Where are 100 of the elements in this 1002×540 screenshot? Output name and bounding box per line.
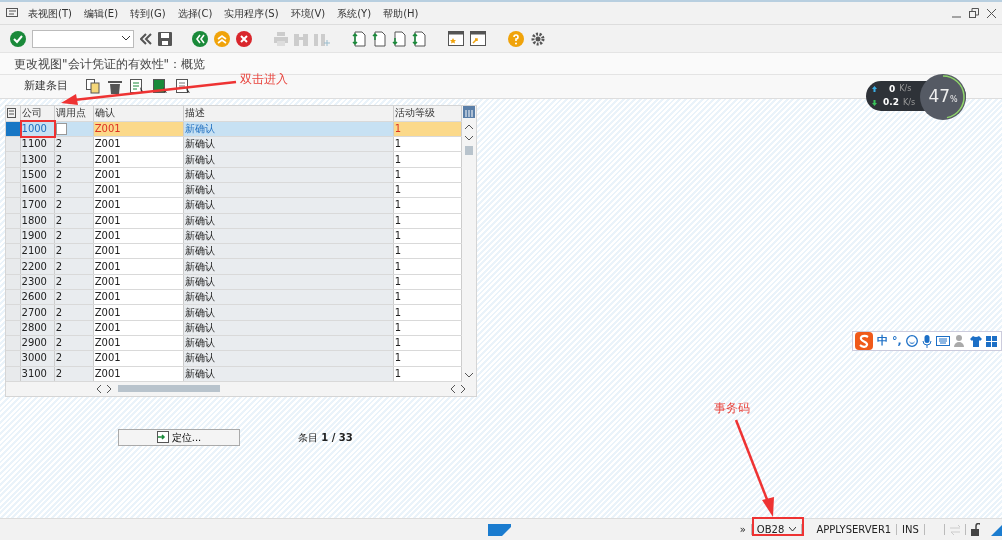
settings-icon[interactable] bbox=[530, 30, 546, 47]
resize-grip-icon[interactable] bbox=[991, 523, 1002, 536]
position-icon bbox=[156, 431, 169, 444]
percent-sign: % bbox=[950, 95, 958, 106]
grid-icon[interactable] bbox=[985, 335, 997, 347]
caret-icon bbox=[122, 36, 130, 41]
menu-item[interactable]: 转到(G) bbox=[124, 5, 172, 21]
table-cell: Z001 bbox=[93, 274, 184, 290]
menu-item[interactable]: 实用程序(S) bbox=[218, 5, 285, 21]
keyboard-icon[interactable] bbox=[935, 336, 950, 346]
scroll-right-icon[interactable] bbox=[461, 384, 466, 393]
column-settings-icon[interactable] bbox=[463, 106, 475, 118]
scroll-left-icon[interactable] bbox=[96, 384, 101, 393]
deselect-icon[interactable] bbox=[176, 79, 191, 94]
menu-item[interactable]: 环境(V) bbox=[284, 5, 332, 21]
download-speed: 0.2 bbox=[883, 96, 899, 109]
printer-icon bbox=[274, 31, 288, 46]
table-cell: Z001 bbox=[93, 350, 184, 367]
sap-logo bbox=[488, 523, 512, 536]
copy-icon[interactable] bbox=[86, 79, 100, 94]
microphone-icon[interactable] bbox=[921, 334, 932, 348]
punctuation-toggle[interactable]: °, bbox=[892, 332, 902, 350]
table-cell: 1 bbox=[393, 182, 462, 198]
padlock-icon[interactable] bbox=[971, 523, 981, 536]
screen-title: 更改视图"会计凭证的有效性"：概览 bbox=[14, 55, 206, 73]
server-name: APPLYSERVER1 bbox=[816, 523, 892, 537]
scroll-down-icon[interactable] bbox=[465, 136, 473, 141]
person-icon[interactable] bbox=[953, 335, 966, 347]
table-cell: Z001 bbox=[93, 366, 184, 382]
table-cell: Z001 bbox=[93, 289, 184, 305]
column-header[interactable]: 活动等级 bbox=[393, 106, 462, 122]
menu-icon[interactable] bbox=[6, 8, 18, 18]
entry-counter: 条目 1 / 33 bbox=[298, 430, 353, 445]
first-page-icon[interactable] bbox=[352, 30, 366, 47]
smiley-icon[interactable] bbox=[905, 335, 918, 347]
download-unit: K/s bbox=[902, 96, 916, 109]
column-header[interactable]: 调用点 bbox=[54, 106, 94, 122]
upload-speed: 0 bbox=[889, 82, 896, 96]
table-cell: 1 bbox=[393, 213, 462, 229]
double-chevron-icon[interactable] bbox=[140, 32, 152, 45]
check-icon[interactable] bbox=[10, 30, 26, 47]
table-cell: Z001 bbox=[93, 151, 184, 168]
table-cell: 1 bbox=[393, 304, 462, 321]
command-field[interactable] bbox=[32, 29, 134, 48]
expand-status-button[interactable]: » bbox=[739, 522, 746, 537]
table-cell: Z001 bbox=[93, 228, 184, 244]
ime-logo[interactable] bbox=[855, 332, 873, 350]
table-cell: 1 bbox=[393, 243, 462, 259]
back-icon[interactable] bbox=[192, 30, 208, 47]
table-cell: 1 bbox=[393, 274, 462, 290]
table-cell: 1 bbox=[393, 228, 462, 244]
table-cell: 1 bbox=[393, 335, 462, 351]
table-cell: 1 bbox=[393, 197, 462, 214]
cancel-icon[interactable] bbox=[236, 30, 252, 47]
close-icon[interactable] bbox=[987, 8, 996, 18]
binoculars-icon bbox=[294, 31, 308, 46]
table-cell: 1 bbox=[393, 320, 462, 336]
table-cell: Z001 bbox=[93, 182, 184, 198]
trash-icon[interactable] bbox=[108, 79, 122, 94]
table-cell: Z001 bbox=[93, 258, 184, 275]
last-page-icon[interactable] bbox=[412, 30, 426, 47]
upload-icon bbox=[872, 86, 877, 93]
download-icon bbox=[872, 99, 877, 106]
save-icon[interactable] bbox=[158, 31, 172, 46]
select-all-icon[interactable] bbox=[7, 108, 17, 119]
horizontal-scroll-thumb[interactable] bbox=[118, 385, 220, 393]
transfer-icon bbox=[949, 524, 961, 535]
select-block-icon[interactable] bbox=[153, 79, 168, 94]
table-cell: Z001 bbox=[93, 136, 184, 152]
next-page-icon[interactable] bbox=[392, 30, 406, 47]
ime-mode[interactable]: 中 bbox=[877, 332, 888, 350]
scroll-up-icon[interactable] bbox=[465, 124, 473, 129]
table-cell: 1 bbox=[393, 258, 462, 275]
annotation-box bbox=[20, 120, 56, 138]
column-header[interactable]: 确认 bbox=[93, 106, 184, 122]
previous-page-icon[interactable] bbox=[372, 30, 386, 47]
menu-item[interactable]: 帮助(H) bbox=[377, 5, 425, 21]
table-cell: 1 bbox=[393, 136, 462, 152]
scroll-left-icon[interactable] bbox=[450, 384, 455, 393]
column-header[interactable]: 描述 bbox=[183, 106, 394, 122]
shirt-icon[interactable] bbox=[969, 335, 982, 347]
menu-item[interactable]: 表视图(T) bbox=[22, 5, 78, 21]
table-cell: 1 bbox=[393, 151, 462, 168]
new-entries-button[interactable]: 新建条目 bbox=[14, 78, 78, 95]
value-help-button[interactable] bbox=[55, 122, 67, 135]
table-cell: Z001 bbox=[93, 304, 184, 321]
select-all-icon[interactable] bbox=[130, 79, 145, 94]
transaction-code[interactable]: OB28 bbox=[756, 522, 785, 537]
restore-icon[interactable] bbox=[969, 8, 979, 18]
caret-icon[interactable] bbox=[789, 527, 796, 532]
table-cell: Z001 bbox=[93, 167, 184, 183]
usage-percent: 47 bbox=[928, 85, 950, 108]
menu-item[interactable]: 系统(Y) bbox=[331, 5, 378, 21]
scroll-thumb[interactable] bbox=[465, 146, 473, 155]
scroll-down-icon[interactable] bbox=[465, 372, 473, 378]
menu-item[interactable]: 选择(C) bbox=[171, 5, 219, 21]
binoculars-plus-icon bbox=[314, 31, 330, 46]
scroll-right-icon[interactable] bbox=[107, 384, 112, 393]
menu-item[interactable]: 编辑(E) bbox=[77, 5, 125, 21]
position-button[interactable]: 定位... bbox=[118, 428, 240, 446]
